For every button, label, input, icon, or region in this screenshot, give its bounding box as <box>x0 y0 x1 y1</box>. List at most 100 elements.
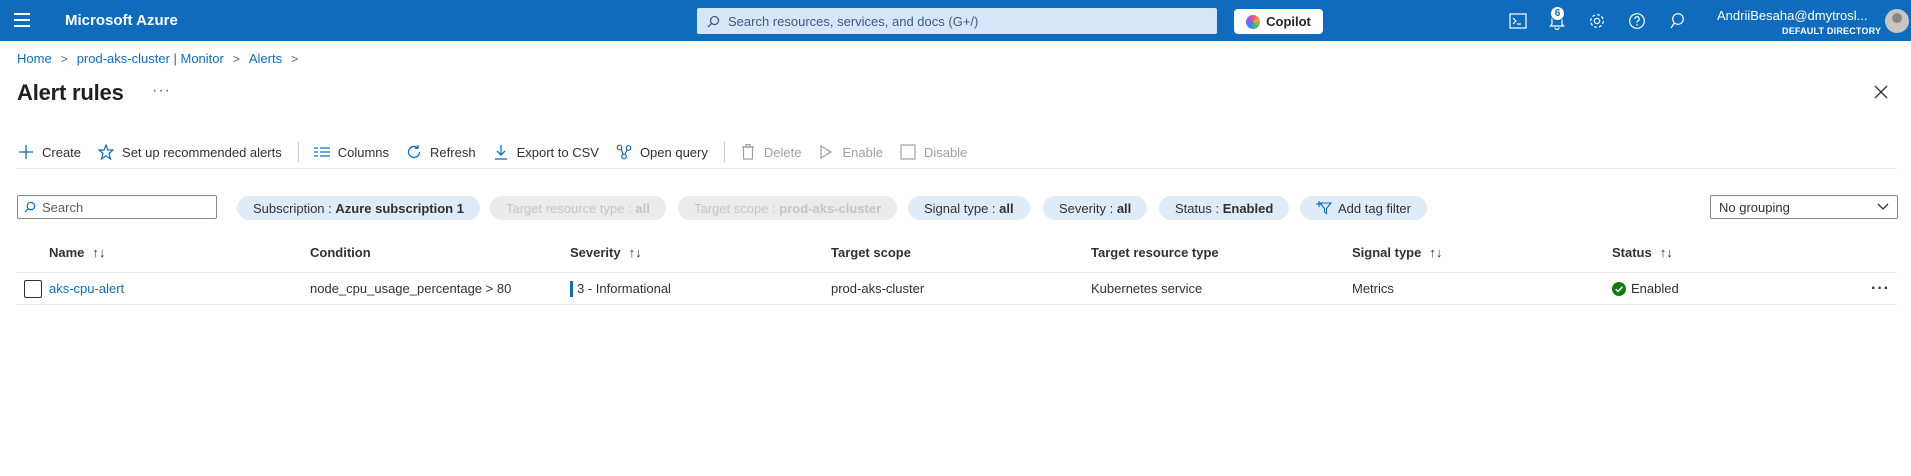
sort-icon[interactable]: ↑↓ <box>92 245 105 260</box>
user-directory: DEFAULT DIRECTORY <box>1782 26 1882 36</box>
target-scope-filter-pill[interactable]: Target scope : prod-aks-cluster <box>678 196 898 220</box>
enable-button[interactable]: Enable <box>817 143 883 161</box>
alert-rule-status: Enabled <box>1612 281 1679 299</box>
alert-rule-signal-type: Metrics <box>1352 281 1394 296</box>
copilot-icon <box>1246 14 1261 29</box>
page-title: Alert rules <box>17 80 124 105</box>
sort-icon[interactable]: ↑↓ <box>1429 245 1442 260</box>
play-icon <box>817 143 835 161</box>
brand-title[interactable]: Microsoft Azure <box>65 12 178 29</box>
disable-label: Disable <box>923 144 968 160</box>
column-header-condition: Condition <box>310 245 371 260</box>
alert-rule-target-resource-type: Kubernetes service <box>1091 281 1203 296</box>
feedback-icon[interactable] <box>1667 11 1687 31</box>
alert-rule-condition: node_cpu_usage_percentage > 80 <box>310 281 512 296</box>
recommended-alerts-button[interactable]: Set up recommended alerts <box>97 143 282 161</box>
refresh-button[interactable]: Refresh <box>405 143 476 161</box>
target-resource-type-filter-value: all <box>635 200 650 216</box>
column-header-target-scope: Target scope <box>831 245 911 260</box>
table-row-divider <box>17 304 1897 305</box>
status-filter-pill[interactable]: Status : Enabled <box>1159 196 1290 220</box>
signal-type-filter-pill[interactable]: Signal type : all <box>908 196 1030 220</box>
chevron-right-icon: > <box>291 51 299 66</box>
severity-filter-label: Severity : <box>1059 200 1114 216</box>
column-header-label: Name <box>49 245 85 260</box>
target-resource-type-filter-pill[interactable]: Target resource type : all <box>490 196 666 220</box>
severity-filter-pill[interactable]: Severity : all <box>1043 196 1148 220</box>
search-input[interactable]: Search <box>17 195 217 219</box>
column-header-name[interactable]: Name ↑↓ <box>49 245 105 260</box>
star-icon <box>97 143 115 161</box>
open-query-button[interactable]: Open query <box>615 143 708 161</box>
top-bar: Microsoft Azure Search resources, servic… <box>0 0 1911 41</box>
column-header-severity[interactable]: Severity ↑↓ <box>570 245 642 260</box>
column-header-status[interactable]: Status ↑↓ <box>1612 245 1673 260</box>
create-button[interactable]: Create <box>17 143 81 161</box>
target-resource-type-filter-label: Target resource type : <box>506 200 632 216</box>
user-account-name[interactable]: AndriiBesaha@dmytrosl... <box>1717 8 1867 23</box>
export-csv-button[interactable]: Export to CSV <box>492 143 599 161</box>
column-header-target-resource-type: Target resource type <box>1091 245 1219 260</box>
more-options-button[interactable]: ··· <box>152 82 171 100</box>
disable-button[interactable]: Disable <box>899 143 967 161</box>
chevron-down-icon <box>1877 203 1889 210</box>
breadcrumb: Home > prod-aks-cluster | Monitor > Aler… <box>17 51 307 66</box>
enable-label: Enable <box>842 144 883 160</box>
add-tag-filter-button[interactable]: Add tag filter <box>1300 196 1427 220</box>
table-header-divider <box>17 272 1897 273</box>
severity-filter-value: all <box>1116 200 1132 216</box>
recommended-alerts-label: Set up recommended alerts <box>122 144 282 160</box>
refresh-label: Refresh <box>430 144 476 160</box>
close-icon[interactable] <box>1873 84 1889 100</box>
subscription-filter-value: Azure subscription 1 <box>335 200 464 216</box>
search-icon <box>707 15 720 27</box>
copilot-button[interactable]: Copilot <box>1234 9 1323 34</box>
stop-square-icon <box>899 143 917 161</box>
severity-indicator <box>570 280 573 297</box>
breadcrumb-monitor[interactable]: prod-aks-cluster | Monitor <box>77 51 224 66</box>
column-header-label: Severity <box>570 245 621 260</box>
breadcrumb-home[interactable]: Home <box>17 51 52 66</box>
columns-label: Columns <box>337 144 390 160</box>
trash-icon <box>739 143 757 161</box>
alert-rule-name-link[interactable]: aks-cpu-alert <box>49 281 124 296</box>
sort-icon[interactable]: ↑↓ <box>629 245 642 260</box>
breadcrumb-alerts[interactable]: Alerts <box>249 51 282 66</box>
global-search-placeholder: Search resources, services, and docs (G+… <box>728 13 979 29</box>
subscription-filter-pill[interactable]: Subscription : Azure subscription 1 <box>237 196 480 220</box>
search-placeholder: Search <box>42 199 84 215</box>
help-icon[interactable] <box>1627 11 1647 31</box>
menu-icon[interactable] <box>14 13 30 27</box>
sort-icon[interactable]: ↑↓ <box>1660 245 1673 260</box>
status-label: Enabled <box>1631 281 1679 296</box>
avatar[interactable] <box>1885 9 1909 33</box>
status-filter-value: Enabled <box>1222 200 1274 216</box>
global-search-input[interactable]: Search resources, services, and docs (G+… <box>697 8 1217 34</box>
column-header-signal-type[interactable]: Signal type ↑↓ <box>1352 245 1442 260</box>
status-filter-label: Status : <box>1175 200 1220 216</box>
column-header-label: Target resource type <box>1091 245 1219 260</box>
check-circle-icon <box>1612 281 1626 296</box>
copilot-label: Copilot <box>1266 14 1311 29</box>
target-scope-filter-value: prod-aks-cluster <box>779 200 882 216</box>
toolbar-divider <box>723 142 725 162</box>
row-select-checkbox[interactable] <box>24 280 42 298</box>
delete-button[interactable]: Delete <box>739 143 802 161</box>
delete-label: Delete <box>763 144 802 160</box>
row-more-actions-button[interactable]: ··· <box>1871 280 1890 298</box>
export-csv-label: Export to CSV <box>516 144 599 160</box>
grouping-dropdown[interactable]: No grouping <box>1710 195 1898 219</box>
grouping-value: No grouping <box>1719 199 1790 215</box>
chevron-right-icon: > <box>60 51 68 66</box>
column-header-label: Status <box>1612 245 1652 260</box>
alert-rule-severity: 3 - Informational <box>570 280 671 298</box>
cloud-shell-icon[interactable] <box>1508 11 1528 31</box>
command-bar: Create Set up recommended alerts Columns… <box>17 140 983 164</box>
columns-button[interactable]: Columns <box>313 143 389 161</box>
signal-type-filter-value: all <box>999 200 1014 216</box>
create-label: Create <box>42 144 82 160</box>
toolbar-divider-line <box>17 168 1897 169</box>
settings-gear-icon[interactable] <box>1587 11 1607 31</box>
open-query-label: Open query <box>639 144 708 160</box>
add-tag-filter-label: Add tag filter <box>1338 200 1411 216</box>
